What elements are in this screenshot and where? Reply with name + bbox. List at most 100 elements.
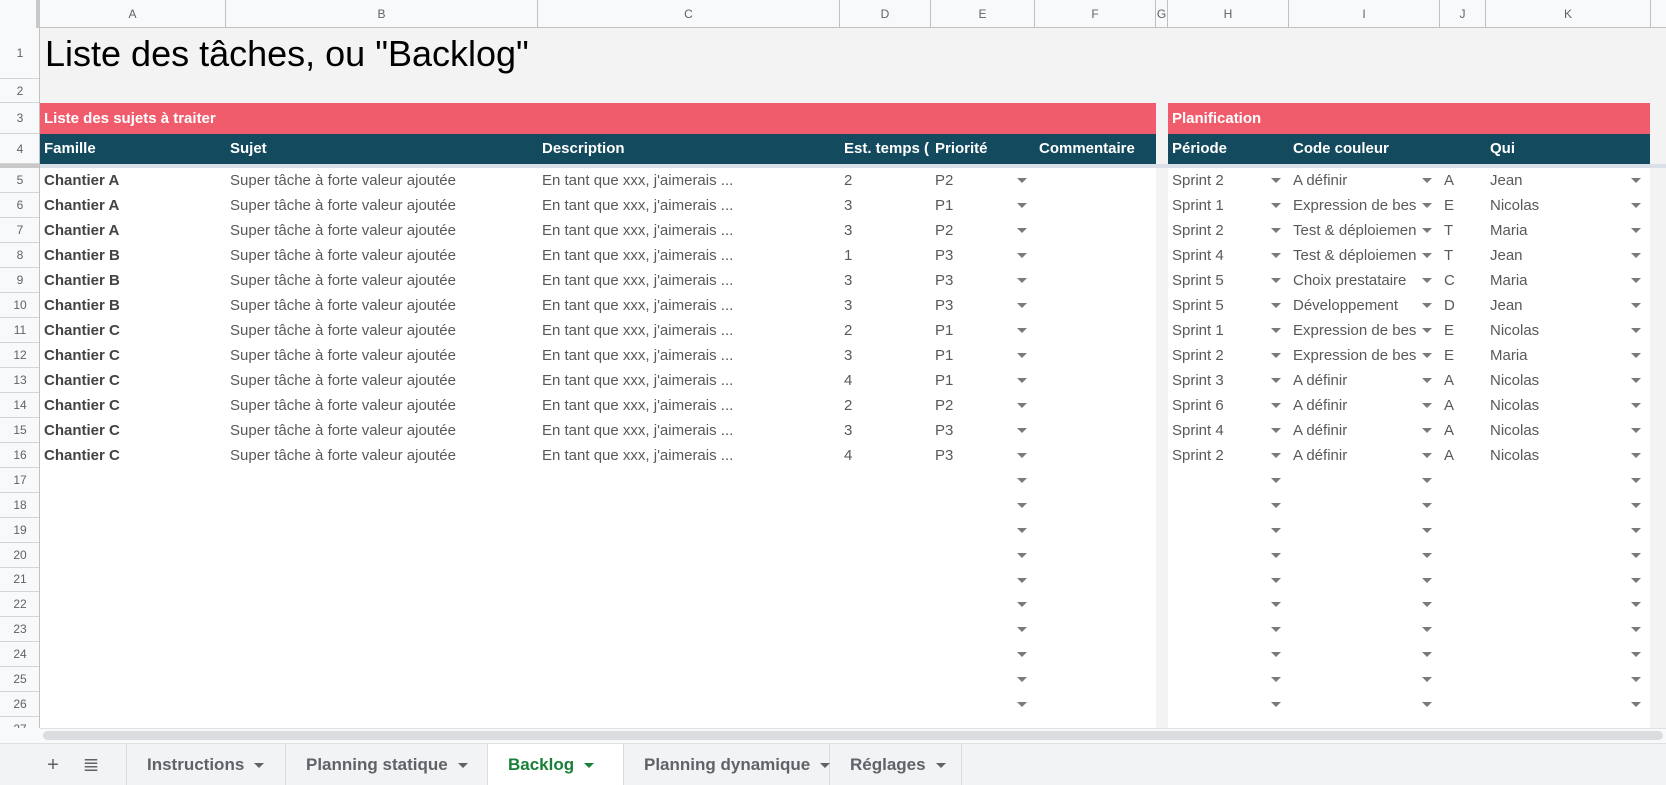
priorite-dropdown-arrow-icon[interactable]	[1017, 327, 1027, 333]
column-header-h[interactable]: H	[1168, 0, 1289, 28]
cell-famille[interactable]: Chantier C	[40, 343, 226, 368]
cell-qui[interactable]: Maria	[1486, 218, 1626, 243]
periode-dropdown-arrow-icon[interactable]	[1271, 452, 1281, 458]
qui-dropdown-arrow-icon[interactable]	[1631, 327, 1641, 333]
cell-periode[interactable]: Sprint 2	[1168, 343, 1268, 368]
priorite-dropdown-arrow-icon[interactable]	[1017, 527, 1027, 533]
cell-est-temps[interactable]: 2	[840, 168, 931, 193]
header-priorite[interactable]: Priorité	[931, 134, 1035, 164]
code-couleur-dropdown-arrow-icon[interactable]	[1422, 227, 1432, 233]
cell-code-couleur[interactable]: A définir	[1289, 393, 1422, 418]
code-couleur-dropdown-arrow-icon[interactable]	[1422, 402, 1432, 408]
row-header-17[interactable]: 17	[0, 468, 39, 493]
row-header-15[interactable]: 15	[0, 418, 39, 443]
all-sheets-list-icon[interactable]: ≣	[78, 744, 104, 785]
cell-sujet[interactable]: Super tâche à forte valeur ajoutée	[226, 268, 538, 293]
qui-dropdown-arrow-icon[interactable]	[1631, 552, 1641, 558]
priorite-dropdown-arrow-icon[interactable]	[1017, 178, 1027, 183]
cell-sujet[interactable]: Super tâche à forte valeur ajoutée	[226, 368, 538, 393]
qui-dropdown-arrow-icon[interactable]	[1631, 277, 1641, 283]
cell-code-couleur[interactable]: A définir	[1289, 368, 1422, 393]
cell-sujet[interactable]: Super tâche à forte valeur ajoutée	[226, 393, 538, 418]
header-sujet[interactable]: Sujet	[226, 134, 538, 164]
cell-famille[interactable]: Chantier A	[40, 218, 226, 243]
periode-dropdown-arrow-icon[interactable]	[1271, 327, 1281, 333]
code-couleur-dropdown-arrow-icon[interactable]	[1422, 327, 1432, 333]
row-header-9[interactable]: 9	[0, 268, 39, 293]
header-code-couleur[interactable]: Code couleur	[1289, 134, 1486, 164]
code-couleur-dropdown-arrow-icon[interactable]	[1422, 552, 1432, 558]
qui-dropdown-arrow-icon[interactable]	[1631, 377, 1641, 383]
cell-code-couleur[interactable]: Développement	[1289, 293, 1422, 318]
cell-est-temps[interactable]: 2	[840, 393, 931, 418]
periode-dropdown-arrow-icon[interactable]	[1271, 302, 1281, 308]
cell-periode[interactable]: Sprint 1	[1168, 318, 1268, 343]
sheet-tab-instructions[interactable]: Instructions	[127, 744, 286, 785]
row-header-23[interactable]: 23	[0, 617, 39, 643]
chevron-down-icon[interactable]	[457, 763, 468, 769]
cell-famille[interactable]: Chantier C	[40, 368, 226, 393]
priorite-dropdown-arrow-icon[interactable]	[1017, 352, 1027, 358]
periode-dropdown-arrow-icon[interactable]	[1271, 352, 1281, 358]
cell-code-lettre[interactable]: D	[1440, 293, 1486, 318]
qui-dropdown-arrow-icon[interactable]	[1631, 702, 1641, 708]
cell-code-couleur[interactable]: Choix prestataire	[1289, 268, 1422, 293]
header-est-temps[interactable]: Est. temps (	[840, 134, 931, 164]
sheet-tab-planning-dynamique[interactable]: Planning dynamique	[624, 744, 831, 785]
row-header-8[interactable]: 8	[0, 243, 39, 268]
code-couleur-dropdown-arrow-icon[interactable]	[1422, 302, 1432, 308]
periode-dropdown-arrow-icon[interactable]	[1271, 178, 1281, 183]
code-couleur-dropdown-arrow-icon[interactable]	[1422, 377, 1432, 383]
cell-description[interactable]: En tant que xxx, j'aimerais ...	[538, 343, 840, 368]
cell-est-temps[interactable]: 3	[840, 418, 931, 443]
cell-code-lettre[interactable]: T	[1440, 243, 1486, 268]
row-header-22[interactable]: 22	[0, 592, 39, 618]
cell-code-lettre[interactable]: E	[1440, 193, 1486, 218]
priorite-dropdown-arrow-icon[interactable]	[1017, 602, 1027, 608]
code-couleur-dropdown-arrow-icon[interactable]	[1422, 352, 1432, 358]
cell-qui[interactable]: Nicolas	[1486, 418, 1626, 443]
header-qui[interactable]: Qui	[1486, 134, 1650, 164]
row-header-7[interactable]: 7	[0, 218, 39, 243]
cell-est-temps[interactable]: 3	[840, 268, 931, 293]
qui-dropdown-arrow-icon[interactable]	[1631, 402, 1641, 408]
cell-est-temps[interactable]: 4	[840, 443, 931, 468]
row-header-26[interactable]: 26	[0, 692, 39, 718]
cell-code-couleur[interactable]: Test & déploiemen	[1289, 218, 1422, 243]
cell-code-lettre[interactable]: A	[1440, 393, 1486, 418]
qui-dropdown-arrow-icon[interactable]	[1631, 652, 1641, 658]
qui-dropdown-arrow-icon[interactable]	[1631, 202, 1641, 208]
cell-code-lettre[interactable]: A	[1440, 418, 1486, 443]
cell-periode[interactable]: Sprint 3	[1168, 368, 1268, 393]
cell-commentaire[interactable]	[1035, 393, 1156, 418]
row-header-4[interactable]: 4	[0, 134, 39, 164]
periode-dropdown-arrow-icon[interactable]	[1271, 277, 1281, 283]
periode-dropdown-arrow-icon[interactable]	[1271, 502, 1281, 508]
cell-periode[interactable]: Sprint 4	[1168, 418, 1268, 443]
row-header-1[interactable]: 1	[0, 28, 39, 79]
sheet-tab-planning-statique[interactable]: Planning statique	[286, 744, 488, 785]
code-couleur-dropdown-arrow-icon[interactable]	[1422, 477, 1432, 483]
header-famille[interactable]: Famille	[40, 134, 226, 164]
row-header-6[interactable]: 6	[0, 193, 39, 218]
cell-description[interactable]: En tant que xxx, j'aimerais ...	[538, 368, 840, 393]
cell-qui[interactable]: Nicolas	[1486, 318, 1626, 343]
chevron-down-icon[interactable]	[584, 763, 595, 769]
code-couleur-dropdown-arrow-icon[interactable]	[1422, 677, 1432, 683]
row-header-25[interactable]: 25	[0, 667, 39, 693]
priorite-dropdown-arrow-icon[interactable]	[1017, 427, 1027, 433]
code-couleur-dropdown-arrow-icon[interactable]	[1422, 277, 1432, 283]
cell-code-lettre[interactable]: A	[1440, 443, 1486, 468]
cell-periode[interactable]: Sprint 5	[1168, 268, 1268, 293]
cell-sujet[interactable]: Super tâche à forte valeur ajoutée	[226, 218, 538, 243]
cell-sujet[interactable]: Super tâche à forte valeur ajoutée	[226, 168, 538, 193]
sheet-tab-backlog[interactable]: Backlog	[488, 744, 624, 785]
cell-est-temps[interactable]: 3	[840, 343, 931, 368]
cell-famille[interactable]: Chantier B	[40, 293, 226, 318]
qui-dropdown-arrow-icon[interactable]	[1631, 427, 1641, 433]
row-header-14[interactable]: 14	[0, 393, 39, 418]
cell-code-lettre[interactable]: E	[1440, 318, 1486, 343]
periode-dropdown-arrow-icon[interactable]	[1271, 552, 1281, 558]
column-header-c[interactable]: C	[538, 0, 840, 28]
row-header-16[interactable]: 16	[0, 443, 39, 468]
